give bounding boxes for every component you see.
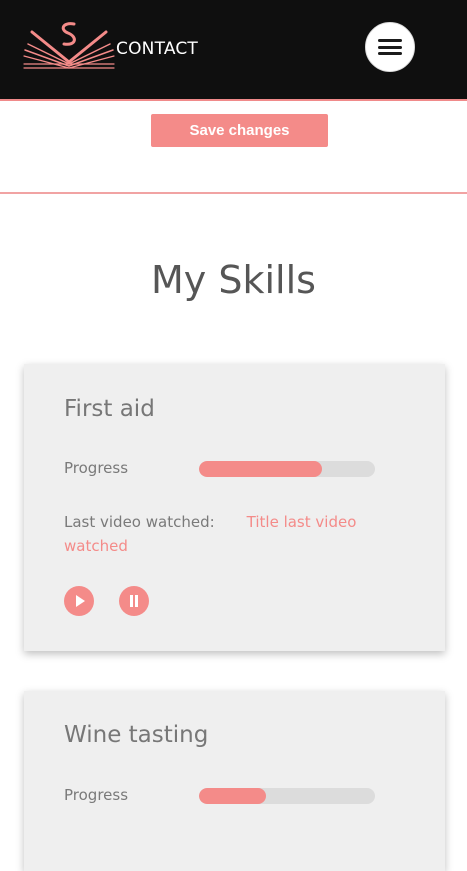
progress-label: Progress bbox=[64, 786, 129, 804]
save-changes-button[interactable]: Save changes bbox=[151, 114, 328, 147]
last-video-info: Last video watched: Title last video watc… bbox=[64, 510, 394, 558]
pause-icon bbox=[130, 595, 138, 607]
pause-button[interactable] bbox=[119, 586, 149, 616]
progress-label: Progress bbox=[64, 459, 129, 477]
logo-icon[interactable] bbox=[22, 20, 116, 72]
play-icon bbox=[76, 595, 85, 607]
skill-title: First aid bbox=[64, 396, 155, 422]
top-navigation-bar: CONTACT bbox=[0, 0, 467, 101]
contact-link[interactable]: CONTACT bbox=[116, 39, 198, 59]
menu-icon bbox=[378, 39, 402, 55]
skill-card-first-aid: First aid Progress Last video watched: Ti… bbox=[24, 364, 445, 651]
progress-fill bbox=[199, 788, 266, 804]
menu-button[interactable] bbox=[365, 22, 415, 72]
last-video-label: Last video watched: bbox=[64, 513, 215, 531]
section-divider bbox=[0, 192, 467, 194]
progress-bar bbox=[199, 788, 375, 804]
skill-title: Wine tasting bbox=[64, 722, 209, 748]
skill-card-wine-tasting: Wine tasting Progress bbox=[24, 691, 445, 871]
progress-fill bbox=[199, 461, 323, 477]
page-title: My Skills bbox=[151, 258, 316, 302]
play-button[interactable] bbox=[64, 586, 94, 616]
progress-bar bbox=[199, 461, 375, 477]
